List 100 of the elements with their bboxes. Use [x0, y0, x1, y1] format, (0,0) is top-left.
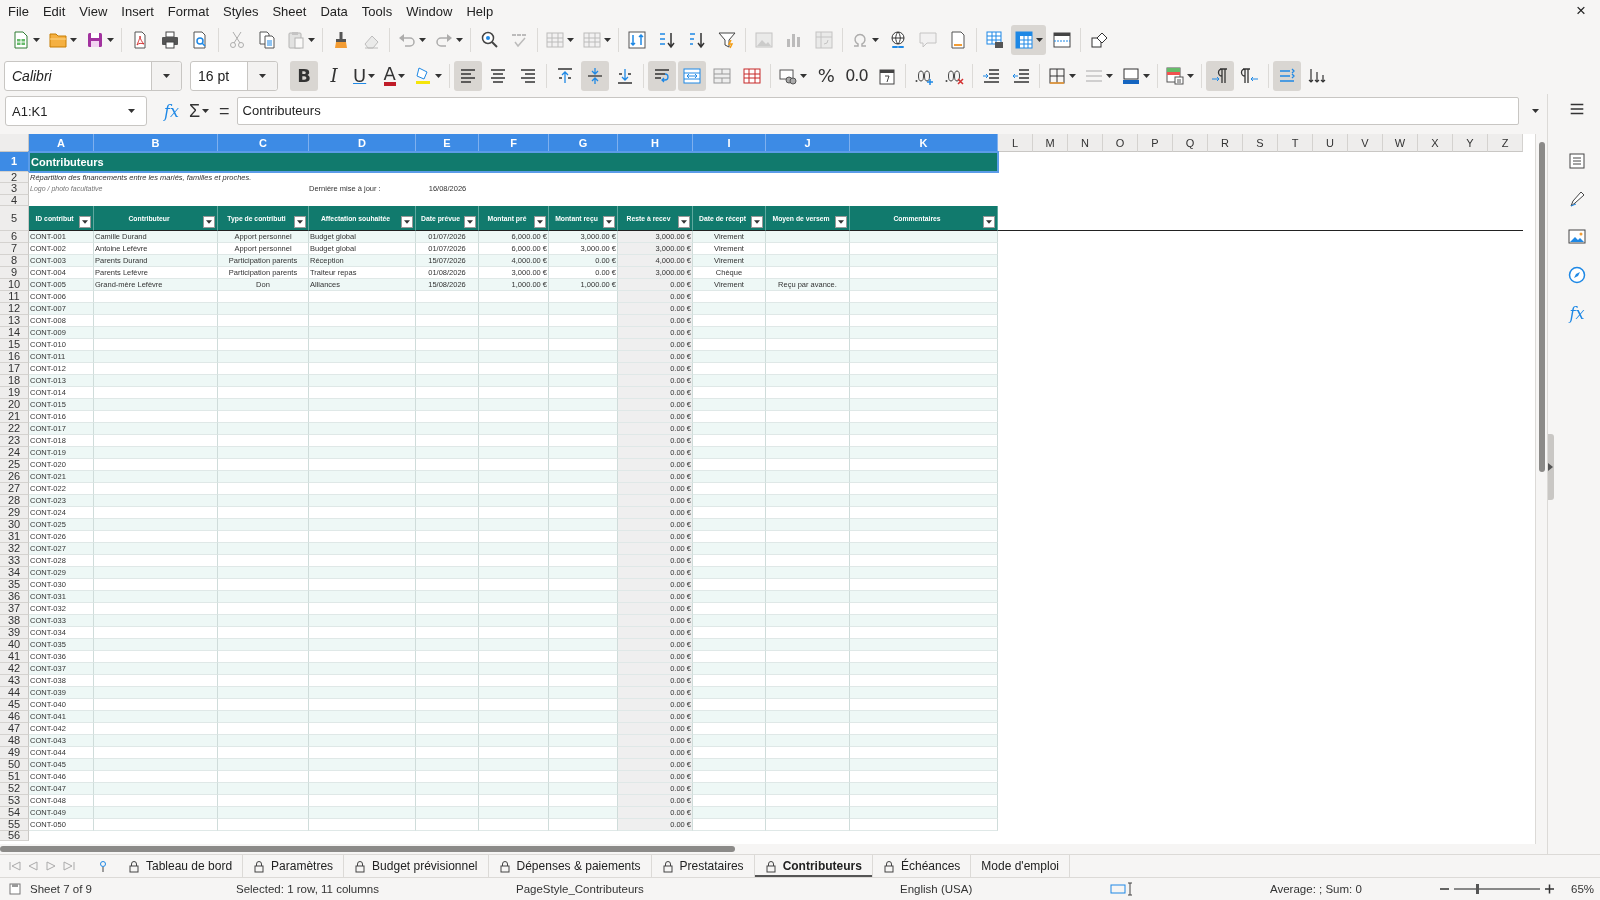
column-header[interactable]: L — [998, 134, 1033, 152]
menu-item[interactable]: Sheet — [266, 1, 315, 21]
row-header[interactable]: 26 — [0, 471, 29, 483]
row-header[interactable]: 16 — [0, 351, 29, 363]
row-header[interactable]: 45 — [0, 699, 29, 711]
row-header[interactable]: 4 — [0, 195, 29, 206]
column-header[interactable]: O — [1103, 134, 1138, 152]
column-header[interactable]: Y — [1453, 134, 1488, 152]
row-header[interactable]: 2 — [0, 172, 29, 183]
close-button[interactable]: × — [1564, 1, 1598, 21]
menu-item[interactable]: Help — [460, 1, 502, 21]
row-header[interactable]: 50 — [0, 759, 29, 771]
row-header[interactable]: 47 — [0, 723, 29, 735]
column-header[interactable]: M — [1033, 134, 1068, 152]
column-header[interactable]: S — [1243, 134, 1278, 152]
row-header[interactable]: 12 — [0, 303, 29, 315]
row-header[interactable]: 34 — [0, 567, 29, 579]
font-size-field[interactable]: 16 pt — [190, 61, 278, 91]
sheet-tab[interactable]: Échéances — [872, 855, 972, 877]
sheet-tab[interactable]: Contributeurs — [754, 855, 873, 877]
name-box[interactable]: A1:K1 — [5, 96, 147, 126]
row-header[interactable]: 30 — [0, 519, 29, 531]
column-header[interactable]: N — [1068, 134, 1103, 152]
underline-button[interactable]: U — [350, 61, 379, 91]
row-header[interactable]: 54 — [0, 807, 29, 819]
row-header[interactable]: 55 — [0, 819, 29, 831]
formula-input[interactable]: Contributeurs — [236, 97, 1519, 125]
sum-button[interactable]: Σ — [185, 100, 213, 122]
menu-item[interactable]: Edit — [36, 1, 74, 21]
row-header[interactable]: 28 — [0, 495, 29, 507]
row-header[interactable]: 7 — [0, 243, 29, 255]
row-header[interactable]: 13 — [0, 315, 29, 327]
row-header[interactable]: 33 — [0, 555, 29, 567]
bold-button[interactable]: B — [290, 61, 318, 91]
menu-item[interactable]: Styles — [217, 1, 267, 21]
menu-item[interactable]: Data — [314, 1, 356, 21]
row-header[interactable]: 21 — [0, 411, 29, 423]
row-header[interactable]: 14 — [0, 327, 29, 339]
menu-item[interactable]: File — [2, 1, 37, 21]
menu-item[interactable]: Window — [400, 1, 461, 21]
column-header[interactable]: X — [1418, 134, 1453, 152]
language[interactable]: English (USA) — [900, 883, 1110, 895]
row-header[interactable]: 29 — [0, 507, 29, 519]
row-header[interactable]: 51 — [0, 771, 29, 783]
row-header[interactable]: 56 — [0, 831, 29, 841]
row-header[interactable]: 43 — [0, 675, 29, 687]
row-header[interactable]: 25 — [0, 459, 29, 471]
menu-item[interactable]: View — [73, 1, 116, 21]
row-header[interactable]: 35 — [0, 579, 29, 591]
row-header[interactable]: 10 — [0, 279, 29, 291]
row-header[interactable]: 48 — [0, 735, 29, 747]
row-header[interactable]: 9 — [0, 267, 29, 279]
sheet-tab[interactable]: Dépenses & paiements — [488, 855, 652, 877]
row-header[interactable]: 44 — [0, 687, 29, 699]
formula-button[interactable]: = — [216, 100, 233, 122]
font-color-button[interactable]: A — [380, 61, 409, 91]
row-header[interactable]: 39 — [0, 627, 29, 639]
row-header[interactable]: 32 — [0, 543, 29, 555]
column-header[interactable]: Q — [1173, 134, 1208, 152]
column-header[interactable]: P — [1138, 134, 1173, 152]
row-header[interactable]: 6 — [0, 231, 29, 243]
row-header[interactable]: 3 — [0, 183, 29, 195]
row-header[interactable]: 40 — [0, 639, 29, 651]
sheet-tab[interactable]: Prestataires — [651, 855, 755, 877]
row-header[interactable]: 24 — [0, 447, 29, 459]
row-header[interactable]: 49 — [0, 747, 29, 759]
row-header[interactable]: 20 — [0, 399, 29, 411]
column-header[interactable]: W — [1383, 134, 1418, 152]
number-button[interactable]: 0.0 — [842, 61, 871, 91]
column-header[interactable]: Z — [1488, 134, 1523, 152]
italic-button[interactable]: I — [320, 61, 348, 91]
row-header[interactable]: 27 — [0, 483, 29, 495]
sheet-tab[interactable]: Paramètres — [243, 855, 345, 877]
sheet-tab[interactable]: Mode d'emploi — [971, 855, 1070, 877]
row-header[interactable]: 53 — [0, 795, 29, 807]
menu-item[interactable]: Format — [161, 1, 217, 21]
row-header[interactable]: 42 — [0, 663, 29, 675]
row-header[interactable]: 19 — [0, 387, 29, 399]
column-header[interactable]: V — [1348, 134, 1383, 152]
menu-item[interactable]: Tools — [355, 1, 401, 21]
zoom-level[interactable]: 65% — [1571, 883, 1595, 895]
menu-item[interactable]: Insert — [115, 1, 162, 21]
row-header[interactable]: 22 — [0, 423, 29, 435]
row-header[interactable]: 38 — [0, 615, 29, 627]
column-header[interactable]: T — [1278, 134, 1313, 152]
row-header[interactable]: 52 — [0, 783, 29, 795]
row-header[interactable]: 11 — [0, 291, 29, 303]
sheet-tab[interactable]: Tableau de bord — [118, 855, 244, 877]
row-header[interactable]: 18 — [0, 375, 29, 387]
row-header[interactable]: 37 — [0, 603, 29, 615]
row-header[interactable]: 31 — [0, 531, 29, 543]
column-header[interactable]: U — [1313, 134, 1348, 152]
row-header[interactable]: 41 — [0, 651, 29, 663]
row-header[interactable]: 5 — [0, 206, 29, 231]
column-header[interactable]: R — [1208, 134, 1243, 152]
percent-button[interactable]: % — [812, 61, 841, 91]
font-name-field[interactable]: Calibri — [4, 61, 182, 91]
row-header[interactable]: 23 — [0, 435, 29, 447]
row-header[interactable]: 17 — [0, 363, 29, 375]
row-header[interactable]: 36 — [0, 591, 29, 603]
